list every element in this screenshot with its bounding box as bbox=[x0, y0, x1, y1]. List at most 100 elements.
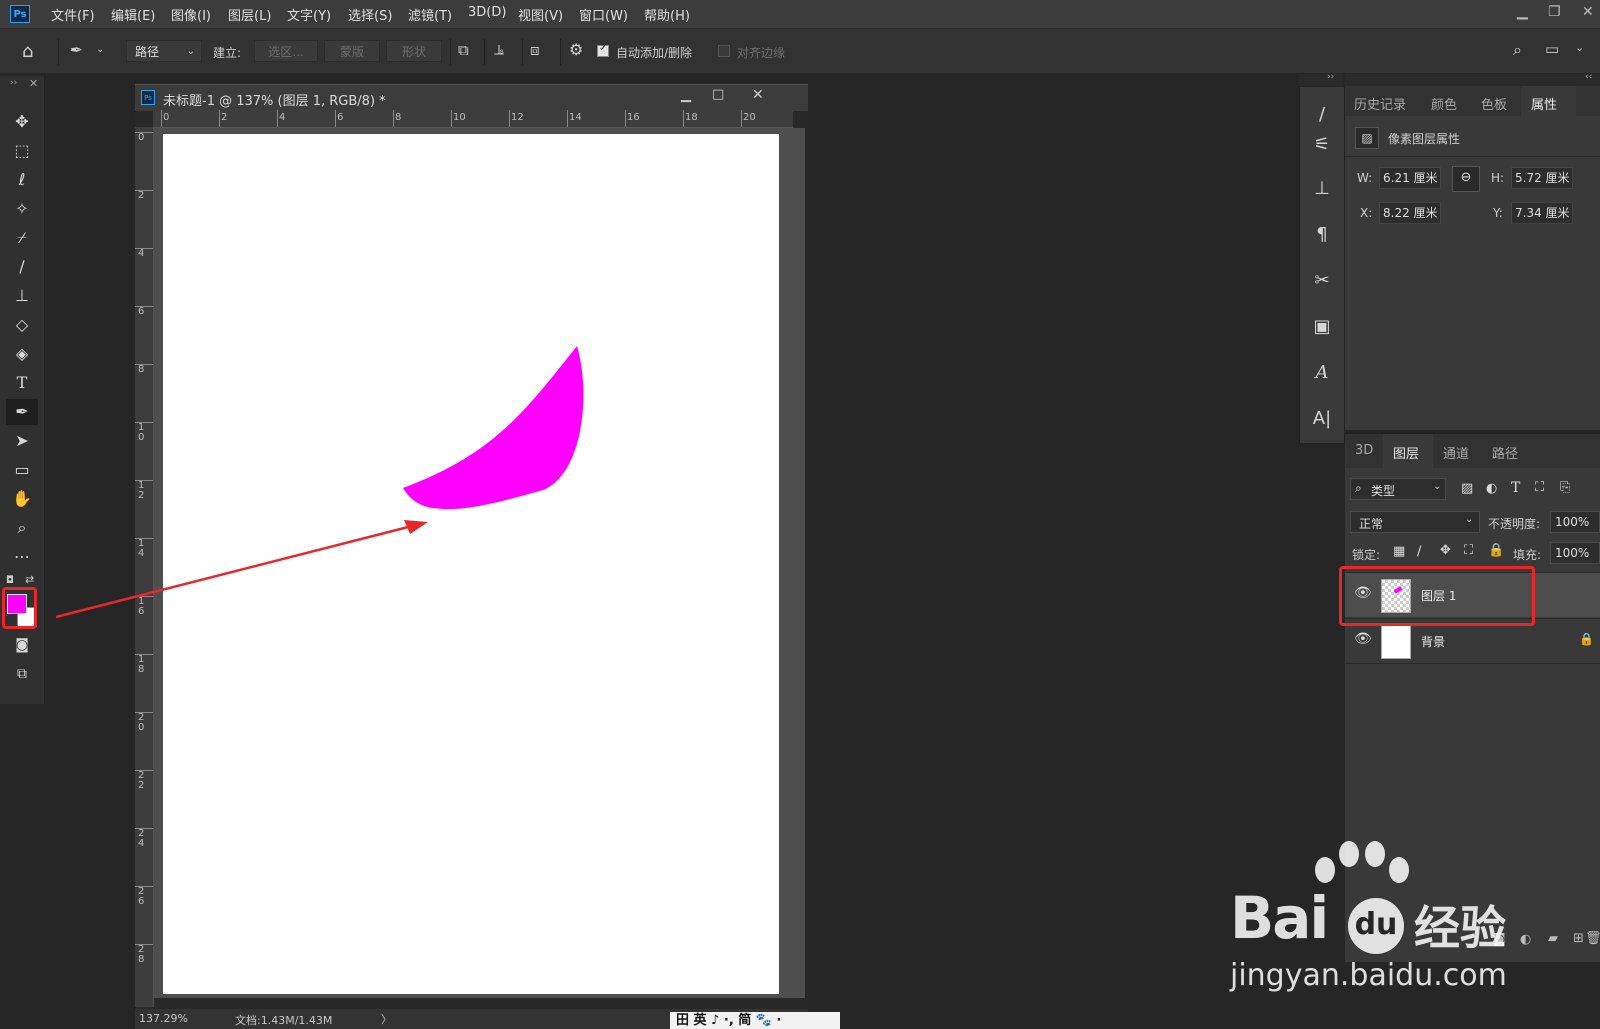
default-colors-icon[interactable]: ◘ bbox=[6, 575, 14, 586]
height-field[interactable]: 5.72 厘米 bbox=[1511, 167, 1573, 189]
path-operations-icon[interactable]: ⧉ bbox=[458, 41, 469, 59]
opacity-field[interactable]: 100% bbox=[1550, 511, 1600, 533]
path-select-tool-icon[interactable]: ➤ bbox=[6, 428, 38, 454]
filter-adjustment-icon[interactable]: ◐ bbox=[1486, 481, 1497, 496]
maximize-icon[interactable]: □ bbox=[712, 87, 724, 102]
filter-pixel-icon[interactable]: ▨ bbox=[1461, 481, 1473, 496]
link-icon[interactable]: ⊖ bbox=[1452, 166, 1480, 192]
menu-file[interactable]: 文件(F) bbox=[51, 5, 95, 24]
lock-transparent-icon[interactable]: ▦ bbox=[1393, 544, 1405, 559]
close-icon[interactable]: ✕ bbox=[29, 77, 38, 90]
eraser-tool-icon[interactable]: ◇ bbox=[6, 312, 38, 338]
search-icon[interactable]: ⌕ bbox=[1513, 40, 1522, 60]
magic-wand-tool-icon[interactable]: ✧ bbox=[6, 196, 38, 222]
menu-3d[interactable]: 3D(D) bbox=[468, 5, 506, 20]
canvas[interactable] bbox=[163, 134, 779, 994]
make-mask-button[interactable]: 蒙版 bbox=[324, 40, 380, 62]
blend-mode-select[interactable]: 正常 ⌄ bbox=[1350, 511, 1480, 533]
marquee-tool-icon[interactable]: ⬚ bbox=[6, 138, 38, 164]
adjustments-icon[interactable]: ⚟ bbox=[1308, 131, 1336, 159]
lock-all-icon[interactable]: 🔒 bbox=[1488, 543, 1504, 558]
clone-source-icon[interactable]: ⊥ bbox=[1308, 175, 1336, 203]
filter-shape-icon[interactable]: ⛶ bbox=[1535, 480, 1544, 495]
stamp-tool-icon[interactable]: ⊥ bbox=[6, 283, 38, 309]
tab-3d[interactable]: 3D bbox=[1355, 443, 1373, 458]
chevron-down-icon[interactable]: ⌄ bbox=[96, 44, 104, 55]
character-icon[interactable]: A| bbox=[1308, 405, 1336, 433]
home-icon[interactable]: ⌂ bbox=[22, 41, 33, 62]
menu-type[interactable]: 文字(Y) bbox=[287, 5, 331, 24]
hand-tool-icon[interactable]: ✋ bbox=[6, 486, 38, 512]
tool-presets-icon[interactable]: ✂ bbox=[1308, 267, 1336, 295]
lock-artboard-icon[interactable]: ⛶ bbox=[1464, 543, 1473, 558]
auto-add-delete-checkbox[interactable]: ✓ bbox=[597, 43, 609, 57]
menu-window[interactable]: 窗口(W) bbox=[579, 5, 628, 24]
lock-pixels-icon[interactable]: ∕ bbox=[1417, 544, 1421, 559]
menu-select[interactable]: 选择(S) bbox=[348, 5, 392, 24]
paragraph-icon[interactable]: ¶ bbox=[1308, 221, 1336, 249]
tab-channels[interactable]: 通道 bbox=[1443, 443, 1469, 462]
restore-icon[interactable]: ❐ bbox=[1548, 4, 1561, 20]
tab-layers[interactable]: 图层 bbox=[1393, 443, 1419, 462]
brand-text-b: du bbox=[1348, 898, 1404, 954]
close-icon[interactable]: ✕ bbox=[752, 87, 764, 103]
libraries-icon[interactable]: ▣ bbox=[1308, 313, 1336, 341]
menu-layer[interactable]: 图层(L) bbox=[228, 5, 271, 24]
minimize-icon[interactable]: ▁ bbox=[681, 88, 691, 103]
x-field[interactable]: 8.22 厘米 bbox=[1379, 202, 1441, 224]
tab-swatches[interactable]: 色板 bbox=[1481, 94, 1507, 113]
make-selection-button[interactable]: 选区... bbox=[254, 40, 318, 62]
align-edges-checkbox[interactable] bbox=[718, 45, 730, 57]
rectangle-tool-icon[interactable]: ▭ bbox=[6, 457, 38, 483]
more-tools-icon[interactable]: ⋯ bbox=[6, 544, 38, 570]
glyphs-icon[interactable]: A bbox=[1308, 359, 1336, 387]
paint-bucket-tool-icon[interactable]: ◈ bbox=[6, 341, 38, 367]
visibility-eye-icon[interactable]: 👁 bbox=[1354, 631, 1372, 647]
minimize-icon[interactable]: ▁ bbox=[1517, 4, 1528, 20]
screen-mode-icon[interactable]: ⧉ bbox=[6, 661, 38, 687]
brush-settings-icon[interactable]: ∕ bbox=[1308, 101, 1336, 129]
filter-smart-object-icon[interactable]: ⎘ bbox=[1560, 480, 1570, 495]
collapse-icon[interactable]: ›› bbox=[10, 78, 17, 88]
width-field[interactable]: 6.21 厘米 bbox=[1379, 167, 1441, 189]
swap-colors-icon[interactable]: ⇄ bbox=[25, 573, 34, 586]
chevron-down-icon[interactable]: ⌄ bbox=[1575, 41, 1584, 54]
make-shape-button[interactable]: 形状 bbox=[386, 40, 442, 62]
menu-help[interactable]: 帮助(H) bbox=[644, 5, 690, 24]
move-tool-icon[interactable]: ✥ bbox=[6, 109, 38, 135]
type-tool-icon[interactable]: T bbox=[6, 370, 38, 396]
gear-icon[interactable]: ⚙ bbox=[569, 40, 583, 59]
tab-paths[interactable]: 路径 bbox=[1492, 443, 1518, 462]
brush-tool-icon[interactable]: ∕ bbox=[6, 254, 38, 280]
pen-tool-preset-icon[interactable]: ✒ bbox=[70, 41, 83, 59]
lock-position-icon[interactable]: ✥ bbox=[1440, 543, 1451, 558]
lasso-tool-icon[interactable]: ℓ bbox=[6, 167, 38, 193]
eyedropper-tool-icon[interactable]: ⌿ bbox=[6, 225, 38, 251]
pen-tool-icon[interactable]: ✒ bbox=[6, 399, 38, 425]
collapse-icon[interactable]: ›› bbox=[1327, 72, 1334, 82]
highlight-color-box bbox=[2, 587, 37, 629]
tab-history[interactable]: 历史记录 bbox=[1354, 94, 1406, 113]
ime-toolbar[interactable]: 田 英 ♪ ·, 简 🐾 · bbox=[670, 1012, 840, 1029]
menu-filter[interactable]: 滤镜(T) bbox=[408, 5, 452, 24]
ruler-tick-label: 10 bbox=[453, 112, 466, 123]
y-field[interactable]: 7.34 厘米 bbox=[1511, 202, 1573, 224]
menu-image[interactable]: 图像(I) bbox=[171, 5, 211, 24]
expand-icon[interactable]: ‹‹ bbox=[1585, 72, 1592, 82]
chevron-right-icon[interactable]: 〉 bbox=[381, 1011, 392, 1027]
mode-select[interactable]: 路径 ⌄ bbox=[126, 40, 202, 62]
zoom-tool-icon[interactable]: ⌕ bbox=[6, 515, 38, 541]
fill-field[interactable]: 100% bbox=[1550, 542, 1600, 564]
menu-edit[interactable]: 编辑(E) bbox=[111, 5, 155, 24]
tab-color[interactable]: 颜色 bbox=[1431, 94, 1457, 113]
filter-type-icon[interactable]: T bbox=[1511, 480, 1520, 496]
menu-view[interactable]: 视图(V) bbox=[518, 5, 563, 24]
tab-properties[interactable]: 属性 bbox=[1531, 94, 1557, 113]
layer-filter-select[interactable]: ⌕ 类型 ⌄ bbox=[1350, 478, 1446, 500]
workspace-icon[interactable]: ▭ bbox=[1545, 40, 1559, 58]
path-alignment-icon[interactable]: ⫡ bbox=[494, 41, 504, 59]
quick-mask-icon[interactable]: ◙ bbox=[6, 632, 38, 658]
path-arrangement-icon[interactable]: ⧈ bbox=[530, 41, 540, 59]
close-icon[interactable]: ✕ bbox=[1582, 4, 1594, 20]
zoom-level[interactable]: 137.29% bbox=[139, 1012, 188, 1025]
